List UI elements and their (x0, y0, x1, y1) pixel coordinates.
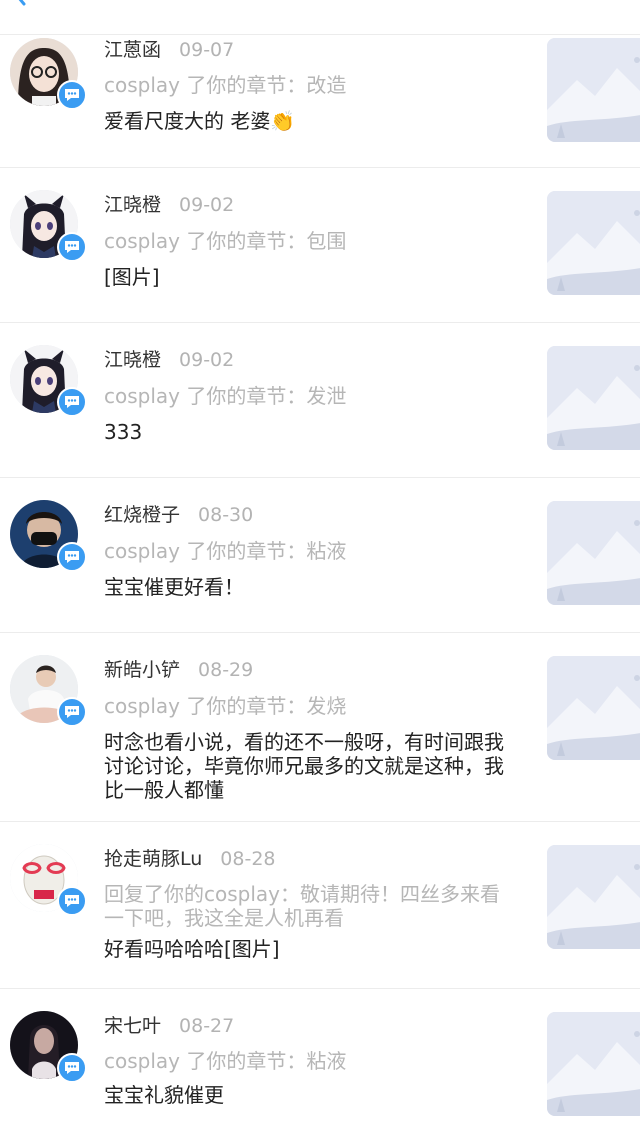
comment-text[interactable]: [图片] (104, 265, 524, 289)
image-placeholder-icon (547, 501, 640, 605)
comment-badge (57, 697, 87, 727)
action-text: 回复了你的cosplay：敬请期待！四丝多来看一下吧，我这全是人机再看 (104, 882, 500, 930)
chat-bubble-icon (65, 396, 79, 408)
clapping-hands-icon: 👏 (270, 109, 296, 133)
list-item[interactable]: 江晓橙 09-02 cosplay 了你的章节：包围 [图片] (0, 168, 640, 323)
action-text: cosplay 了你的章节：发泄 (104, 384, 347, 408)
list-item[interactable]: 江晓橙 09-02 cosplay 了你的章节：发泄 333 (0, 323, 640, 478)
user-name[interactable]: 抢走萌豚Lu (104, 848, 202, 870)
user-name[interactable]: 新皓小铲 (104, 659, 180, 681)
user-name[interactable]: 江蒽函 (104, 39, 161, 61)
list-item[interactable]: 新皓小铲 08-29 cosplay 了你的章节：发烧 时念也看小说，看的还不一般… (0, 633, 640, 822)
action-text: cosplay 了你的章节：包围 (104, 229, 347, 253)
list-item[interactable]: 宋七叶 08-27 cosplay 了你的章节：粘液 宝宝礼貌催更 (0, 989, 640, 1139)
chat-bubble-icon (65, 89, 79, 101)
image-placeholder-icon (547, 845, 640, 949)
chat-bubble-icon (65, 1062, 79, 1074)
chapter-thumbnail[interactable] (547, 191, 640, 295)
list-item[interactable]: 抢走萌豚Lu 08-28 回复了你的cosplay：敬请期待！四丝多来看一下吧，我… (0, 822, 640, 989)
avatar-container[interactable] (10, 1011, 87, 1083)
chapter-thumbnail[interactable] (547, 845, 640, 949)
image-placeholder-icon (547, 346, 640, 450)
avatar-container[interactable] (10, 38, 87, 110)
avatar-container[interactable] (10, 844, 87, 916)
avatar-container[interactable] (10, 345, 87, 417)
comment-text[interactable]: 时念也看小说，看的还不一般呀，有时间跟我讨论讨论，毕竟你师兄最多的文就是这种，我… (104, 730, 504, 802)
chat-bubble-icon (65, 551, 79, 563)
chat-bubble-icon (65, 241, 79, 253)
timestamp: 08-28 (220, 848, 276, 870)
action-text: cosplay 了你的章节：粘液 (104, 539, 347, 563)
chat-bubble-icon (65, 706, 79, 718)
comment-text[interactable]: 好看吗哈哈哈[图片] (104, 937, 524, 961)
comment-badge (57, 542, 87, 572)
action-text: cosplay 了你的章节：粘液 (104, 1049, 347, 1073)
comment-text[interactable]: 宝宝礼貌催更 (104, 1083, 524, 1107)
chapter-thumbnail[interactable] (547, 1012, 640, 1116)
comment-body: 爱看尺度大的 老婆 (104, 109, 271, 133)
comment-badge (57, 886, 87, 916)
image-placeholder-icon (547, 38, 640, 142)
back-arrow-icon[interactable] (10, 0, 34, 10)
comment-badge (57, 232, 87, 262)
chapter-thumbnail[interactable] (547, 38, 640, 142)
user-name[interactable]: 江晓橙 (104, 194, 161, 216)
avatar-container[interactable] (10, 190, 87, 262)
user-name[interactable]: 江晓橙 (104, 349, 161, 371)
image-placeholder-icon (547, 1012, 640, 1116)
image-placeholder-icon (547, 191, 640, 295)
list-item[interactable]: 红烧橙子 08-30 cosplay 了你的章节：粘液 宝宝催更好看！ (0, 478, 640, 633)
chapter-thumbnail[interactable] (547, 346, 640, 450)
chapter-thumbnail[interactable] (547, 656, 640, 760)
avatar-container[interactable] (10, 500, 87, 572)
timestamp: 09-02 (179, 194, 235, 216)
chat-bubble-icon (65, 895, 79, 907)
action-text: cosplay 了你的章节：发烧 (104, 694, 347, 718)
timestamp: 09-07 (179, 39, 235, 61)
top-bar (0, 0, 640, 35)
user-name[interactable]: 红烧橙子 (104, 504, 180, 526)
timestamp: 08-27 (179, 1015, 235, 1037)
comment-text[interactable]: 爱看尺度大的 老婆👏 (104, 109, 524, 133)
user-name[interactable]: 宋七叶 (104, 1015, 161, 1037)
list-item[interactable]: 江蒽函 09-07 cosplay 了你的章节：改造 爱看尺度大的 老婆👏 (0, 35, 640, 168)
comment-badge (57, 1053, 87, 1083)
avatar-container[interactable] (10, 655, 87, 727)
chapter-thumbnail[interactable] (547, 501, 640, 605)
comment-text[interactable]: 宝宝催更好看！ (104, 575, 524, 599)
timestamp: 08-30 (198, 504, 254, 526)
timestamp: 08-29 (198, 659, 254, 681)
comment-badge (57, 80, 87, 110)
comment-text[interactable]: 333 (104, 420, 524, 444)
image-placeholder-icon (547, 656, 640, 760)
action-text: cosplay 了你的章节：改造 (104, 73, 347, 97)
notification-list: 江蒽函 09-07 cosplay 了你的章节：改造 爱看尺度大的 老婆👏 江晓… (0, 35, 640, 1139)
comment-badge (57, 387, 87, 417)
timestamp: 09-02 (179, 349, 235, 371)
